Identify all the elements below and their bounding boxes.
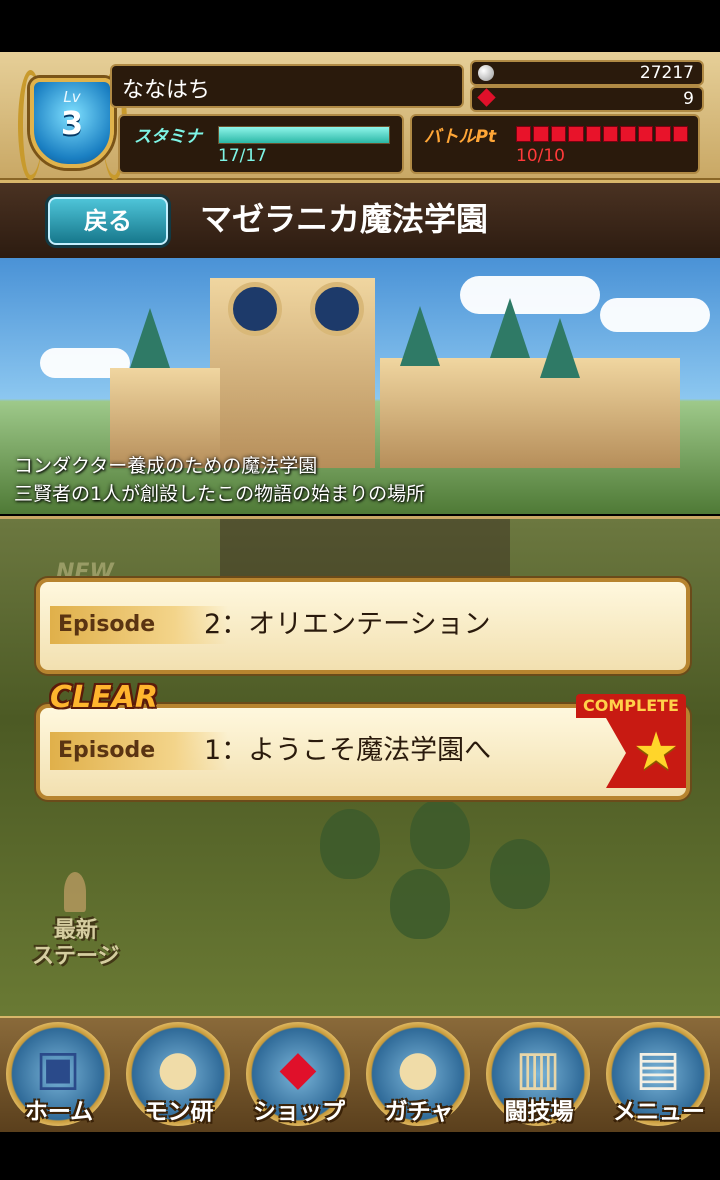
nav-label: メニュー bbox=[613, 1099, 705, 1125]
spire-icon bbox=[400, 306, 440, 366]
tree-icon bbox=[320, 809, 380, 879]
complete-label: COMPLETE bbox=[576, 694, 686, 718]
battle-pt-label: バトルPt bbox=[424, 127, 497, 147]
colosseum-icon: ▥ bbox=[515, 1040, 561, 1096]
battle-pt-segment bbox=[637, 126, 654, 142]
battle-pt-segment bbox=[655, 126, 671, 142]
nav-menu[interactable]: ▤ メニュー bbox=[600, 1018, 718, 1134]
latest-stage-label: ステージ bbox=[32, 944, 120, 969]
battle-pt-bar bbox=[516, 126, 689, 142]
battle-pt-segment bbox=[568, 126, 584, 142]
back-button[interactable]: 戻る bbox=[48, 197, 168, 245]
nav-gacha[interactable]: ● ガチャ bbox=[360, 1018, 478, 1134]
battle-pt-segment bbox=[533, 126, 549, 142]
level-badge: Lv 3 bbox=[30, 78, 114, 168]
nav-label: 闘技場 bbox=[504, 1099, 574, 1125]
coin-value: 27217 bbox=[639, 63, 694, 83]
battle-pt-segment bbox=[516, 126, 532, 142]
tree-icon bbox=[490, 839, 550, 909]
battle-pt-panel: バトルPt 10/10 bbox=[410, 114, 700, 174]
spire-icon bbox=[490, 298, 530, 358]
book-icon: ▣ bbox=[35, 1040, 81, 1096]
player-name-bar: ななはち bbox=[110, 64, 464, 108]
area-title: マゼラニカ魔法学園 bbox=[200, 200, 489, 238]
episode-tag: Episode bbox=[50, 606, 228, 644]
nav-label: ガチャ bbox=[384, 1099, 454, 1125]
level-number: 3 bbox=[60, 104, 84, 142]
battle-pt-segment bbox=[550, 126, 567, 142]
system-bar bbox=[0, 1132, 720, 1180]
nav-label: ショップ bbox=[253, 1099, 345, 1125]
nav-monster-lab[interactable]: ● モン研 bbox=[120, 1018, 238, 1134]
nav-shop[interactable]: ◆ ショップ bbox=[240, 1018, 358, 1134]
stamina-bar bbox=[218, 126, 390, 144]
gem-value: 9 bbox=[683, 89, 694, 109]
nav-label: ホーム bbox=[24, 1099, 94, 1125]
stamina-panel: スタミナ 17/17 bbox=[118, 114, 404, 174]
coin-icon bbox=[478, 65, 494, 81]
clear-badge: CLEAR bbox=[50, 680, 158, 715]
area-illustration: コンダクター養成のための魔法学園 三賢者の1人が創設したこの物語の始まりの場所 bbox=[0, 258, 720, 514]
area-description-line: 三賢者の1人が創設したこの物語の始まりの場所 bbox=[14, 483, 426, 505]
bottom-nav: ▣ ホーム ● モン研 ◆ ショップ ● ガチャ ▥ 闘技場 ▤ メニュー bbox=[0, 1016, 720, 1134]
episode-title: 2：オリエンテーション bbox=[204, 609, 491, 640]
complete-ribbon: COMPLETE ★ bbox=[576, 694, 686, 788]
clock-icon bbox=[228, 282, 282, 336]
area-banner: 戻る マゼラニカ魔法学園 bbox=[0, 180, 720, 262]
episode-title: 1：ようこそ魔法学園へ bbox=[204, 735, 492, 766]
player-name: ななはち bbox=[122, 78, 211, 103]
spire-icon bbox=[540, 318, 580, 378]
star-icon: ★ bbox=[632, 722, 680, 782]
battle-pt-segment bbox=[620, 126, 636, 142]
battle-pt-segment bbox=[603, 126, 619, 142]
episode-card-2[interactable]: Episode 2：オリエンテーション bbox=[36, 578, 690, 674]
latest-stage-label: 最新 bbox=[53, 918, 98, 943]
stamina-label: スタミナ bbox=[134, 127, 202, 147]
ruby-icon bbox=[477, 88, 496, 107]
nav-home[interactable]: ▣ ホーム bbox=[0, 1018, 118, 1134]
nav-label: モン研 bbox=[144, 1099, 214, 1125]
battle-pt-segment bbox=[672, 126, 689, 142]
latest-stage-button[interactable]: 最新 ステージ bbox=[32, 918, 120, 970]
stamina-bar-fill bbox=[219, 127, 389, 143]
coin-counter: 27217 bbox=[470, 60, 704, 86]
gem-counter: 9 bbox=[470, 86, 704, 112]
battle-pt-value: 10/10 bbox=[516, 146, 565, 166]
episode-tag: Episode bbox=[50, 732, 228, 770]
nav-arena[interactable]: ▥ 闘技場 bbox=[480, 1018, 598, 1134]
clock-icon bbox=[310, 282, 364, 336]
map-pin-icon bbox=[64, 872, 86, 912]
spire-icon bbox=[130, 308, 170, 368]
cloud-icon bbox=[460, 276, 600, 314]
gacha-icon: ● bbox=[397, 1040, 439, 1096]
area-description: コンダクター養成のための魔法学園 三賢者の1人が創設したこの物語の始まりの場所 bbox=[14, 452, 425, 508]
monster-icon: ● bbox=[157, 1040, 199, 1096]
stamina-value: 17/17 bbox=[218, 146, 267, 166]
tree-icon bbox=[410, 799, 470, 869]
area-description-line: コンダクター養成のための魔法学園 bbox=[14, 455, 318, 477]
card-icon: ▤ bbox=[635, 1040, 681, 1096]
tree-icon bbox=[390, 869, 450, 939]
battle-pt-segment bbox=[585, 126, 602, 142]
gem-icon: ◆ bbox=[279, 1040, 317, 1096]
cloud-icon bbox=[600, 298, 710, 332]
